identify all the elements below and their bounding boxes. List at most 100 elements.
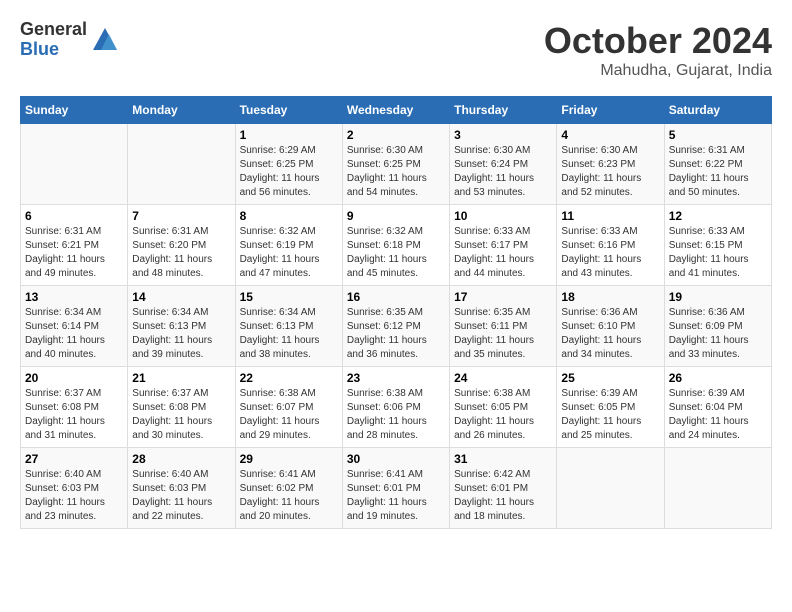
calendar-cell: 18 Sunrise: 6:36 AMSunset: 6:10 PMDayligh… (557, 286, 664, 367)
day-number: 5 (669, 128, 767, 142)
day-info: Sunrise: 6:38 AMSunset: 6:07 PMDaylight:… (240, 387, 338, 443)
day-number: 30 (347, 452, 445, 466)
weekday-header-wednesday: Wednesday (342, 97, 449, 124)
calendar-cell: 4 Sunrise: 6:30 AMSunset: 6:23 PMDaylight… (557, 124, 664, 205)
day-number: 4 (561, 128, 659, 142)
day-number: 11 (561, 209, 659, 223)
day-info: Sunrise: 6:34 AMSunset: 6:13 PMDaylight:… (132, 306, 230, 362)
weekday-header-sunday: Sunday (21, 97, 128, 124)
day-number: 26 (669, 371, 767, 385)
calendar-cell: 2 Sunrise: 6:30 AMSunset: 6:25 PMDaylight… (342, 124, 449, 205)
day-number: 19 (669, 290, 767, 304)
calendar-cell: 20 Sunrise: 6:37 AMSunset: 6:08 PMDayligh… (21, 367, 128, 448)
day-info: Sunrise: 6:40 AMSunset: 6:03 PMDaylight:… (25, 468, 123, 524)
day-number: 2 (347, 128, 445, 142)
day-number: 23 (347, 371, 445, 385)
day-info: Sunrise: 6:41 AMSunset: 6:01 PMDaylight:… (347, 468, 445, 524)
day-number: 9 (347, 209, 445, 223)
day-number: 21 (132, 371, 230, 385)
day-number: 20 (25, 371, 123, 385)
day-info: Sunrise: 6:39 AMSunset: 6:04 PMDaylight:… (669, 387, 767, 443)
calendar-cell: 19 Sunrise: 6:36 AMSunset: 6:09 PMDayligh… (664, 286, 771, 367)
day-info: Sunrise: 6:34 AMSunset: 6:14 PMDaylight:… (25, 306, 123, 362)
calendar-cell (128, 124, 235, 205)
calendar-week-5: 27 Sunrise: 6:40 AMSunset: 6:03 PMDayligh… (21, 448, 772, 529)
day-number: 7 (132, 209, 230, 223)
calendar-week-1: 1Sunrise: 6:29 AMSunset: 6:25 PMDaylight… (21, 124, 772, 205)
day-info: Sunrise: 6:33 AMSunset: 6:17 PMDaylight:… (454, 225, 552, 281)
calendar-header: SundayMondayTuesdayWednesdayThursdayFrid… (21, 97, 772, 124)
calendar-cell: 8Sunrise: 6:32 AMSunset: 6:19 PMDaylight… (235, 205, 342, 286)
day-info: Sunrise: 6:30 AMSunset: 6:23 PMDaylight:… (561, 144, 659, 200)
day-number: 8 (240, 209, 338, 223)
day-info: Sunrise: 6:37 AMSunset: 6:08 PMDaylight:… (132, 387, 230, 443)
day-info: Sunrise: 6:34 AMSunset: 6:13 PMDaylight:… (240, 306, 338, 362)
location-title: Mahudha, Gujarat, India (544, 62, 772, 80)
day-info: Sunrise: 6:32 AMSunset: 6:18 PMDaylight:… (347, 225, 445, 281)
day-info: Sunrise: 6:30 AMSunset: 6:25 PMDaylight:… (347, 144, 445, 200)
calendar-cell: 5 Sunrise: 6:31 AMSunset: 6:22 PMDaylight… (664, 124, 771, 205)
day-info: Sunrise: 6:42 AMSunset: 6:01 PMDaylight:… (454, 468, 552, 524)
day-number: 27 (25, 452, 123, 466)
calendar-cell: 28Sunrise: 6:40 AMSunset: 6:03 PMDayligh… (128, 448, 235, 529)
calendar-week-3: 13Sunrise: 6:34 AMSunset: 6:14 PMDayligh… (21, 286, 772, 367)
calendar-cell: 15 Sunrise: 6:34 AMSunset: 6:13 PMDayligh… (235, 286, 342, 367)
day-info: Sunrise: 6:37 AMSunset: 6:08 PMDaylight:… (25, 387, 123, 443)
day-info: Sunrise: 6:41 AMSunset: 6:02 PMDaylight:… (240, 468, 338, 524)
calendar-cell: 24Sunrise: 6:38 AMSunset: 6:05 PMDayligh… (450, 367, 557, 448)
day-info: Sunrise: 6:36 AMSunset: 6:10 PMDaylight:… (561, 306, 659, 362)
calendar-cell: 16 Sunrise: 6:35 AMSunset: 6:12 PMDayligh… (342, 286, 449, 367)
day-info: Sunrise: 6:33 AMSunset: 6:15 PMDaylight:… (669, 225, 767, 281)
day-number: 3 (454, 128, 552, 142)
weekday-header-saturday: Saturday (664, 97, 771, 124)
calendar-cell: 6Sunrise: 6:31 AMSunset: 6:21 PMDaylight… (21, 205, 128, 286)
calendar-week-4: 20 Sunrise: 6:37 AMSunset: 6:08 PMDayligh… (21, 367, 772, 448)
day-number: 6 (25, 209, 123, 223)
weekday-header-thursday: Thursday (450, 97, 557, 124)
calendar-cell (21, 124, 128, 205)
day-number: 14 (132, 290, 230, 304)
calendar-cell: 23 Sunrise: 6:38 AMSunset: 6:06 PMDayligh… (342, 367, 449, 448)
day-info: Sunrise: 6:39 AMSunset: 6:05 PMDaylight:… (561, 387, 659, 443)
weekday-header-monday: Monday (128, 97, 235, 124)
day-number: 10 (454, 209, 552, 223)
calendar-table: SundayMondayTuesdayWednesdayThursdayFrid… (20, 96, 772, 529)
calendar-cell: 25Sunrise: 6:39 AMSunset: 6:05 PMDayligh… (557, 367, 664, 448)
day-info: Sunrise: 6:29 AMSunset: 6:25 PMDaylight:… (240, 144, 338, 200)
calendar-cell: 1Sunrise: 6:29 AMSunset: 6:25 PMDaylight… (235, 124, 342, 205)
calendar-cell: 14 Sunrise: 6:34 AMSunset: 6:13 PMDayligh… (128, 286, 235, 367)
calendar-cell: 22 Sunrise: 6:38 AMSunset: 6:07 PMDayligh… (235, 367, 342, 448)
day-number: 31 (454, 452, 552, 466)
day-number: 16 (347, 290, 445, 304)
calendar-cell: 30 Sunrise: 6:41 AMSunset: 6:01 PMDayligh… (342, 448, 449, 529)
title-area: October 2024 Mahudha, Gujarat, India (544, 20, 772, 80)
day-number: 15 (240, 290, 338, 304)
calendar-cell: 21 Sunrise: 6:37 AMSunset: 6:08 PMDayligh… (128, 367, 235, 448)
calendar-cell: 10 Sunrise: 6:33 AMSunset: 6:17 PMDayligh… (450, 205, 557, 286)
calendar-cell: 7Sunrise: 6:31 AMSunset: 6:20 PMDaylight… (128, 205, 235, 286)
calendar-cell: 9 Sunrise: 6:32 AMSunset: 6:18 PMDaylight… (342, 205, 449, 286)
page-header: General Blue October 2024 Mahudha, Gujar… (20, 20, 772, 80)
logo-icon (91, 26, 119, 54)
calendar-cell: 3Sunrise: 6:30 AMSunset: 6:24 PMDaylight… (450, 124, 557, 205)
day-number: 22 (240, 371, 338, 385)
day-info: Sunrise: 6:36 AMSunset: 6:09 PMDaylight:… (669, 306, 767, 362)
calendar-cell: 26 Sunrise: 6:39 AMSunset: 6:04 PMDayligh… (664, 367, 771, 448)
day-number: 24 (454, 371, 552, 385)
calendar-cell: 12Sunrise: 6:33 AMSunset: 6:15 PMDayligh… (664, 205, 771, 286)
day-info: Sunrise: 6:38 AMSunset: 6:06 PMDaylight:… (347, 387, 445, 443)
day-number: 17 (454, 290, 552, 304)
weekday-header-tuesday: Tuesday (235, 97, 342, 124)
calendar-cell: 13Sunrise: 6:34 AMSunset: 6:14 PMDayligh… (21, 286, 128, 367)
calendar-cell (664, 448, 771, 529)
calendar-body: 1Sunrise: 6:29 AMSunset: 6:25 PMDaylight… (21, 124, 772, 529)
day-number: 28 (132, 452, 230, 466)
day-info: Sunrise: 6:31 AMSunset: 6:22 PMDaylight:… (669, 144, 767, 200)
day-info: Sunrise: 6:33 AMSunset: 6:16 PMDaylight:… (561, 225, 659, 281)
calendar-cell (557, 448, 664, 529)
day-info: Sunrise: 6:35 AMSunset: 6:12 PMDaylight:… (347, 306, 445, 362)
logo-blue-text: Blue (20, 40, 87, 60)
calendar-cell: 11 Sunrise: 6:33 AMSunset: 6:16 PMDayligh… (557, 205, 664, 286)
weekday-header-friday: Friday (557, 97, 664, 124)
day-number: 18 (561, 290, 659, 304)
